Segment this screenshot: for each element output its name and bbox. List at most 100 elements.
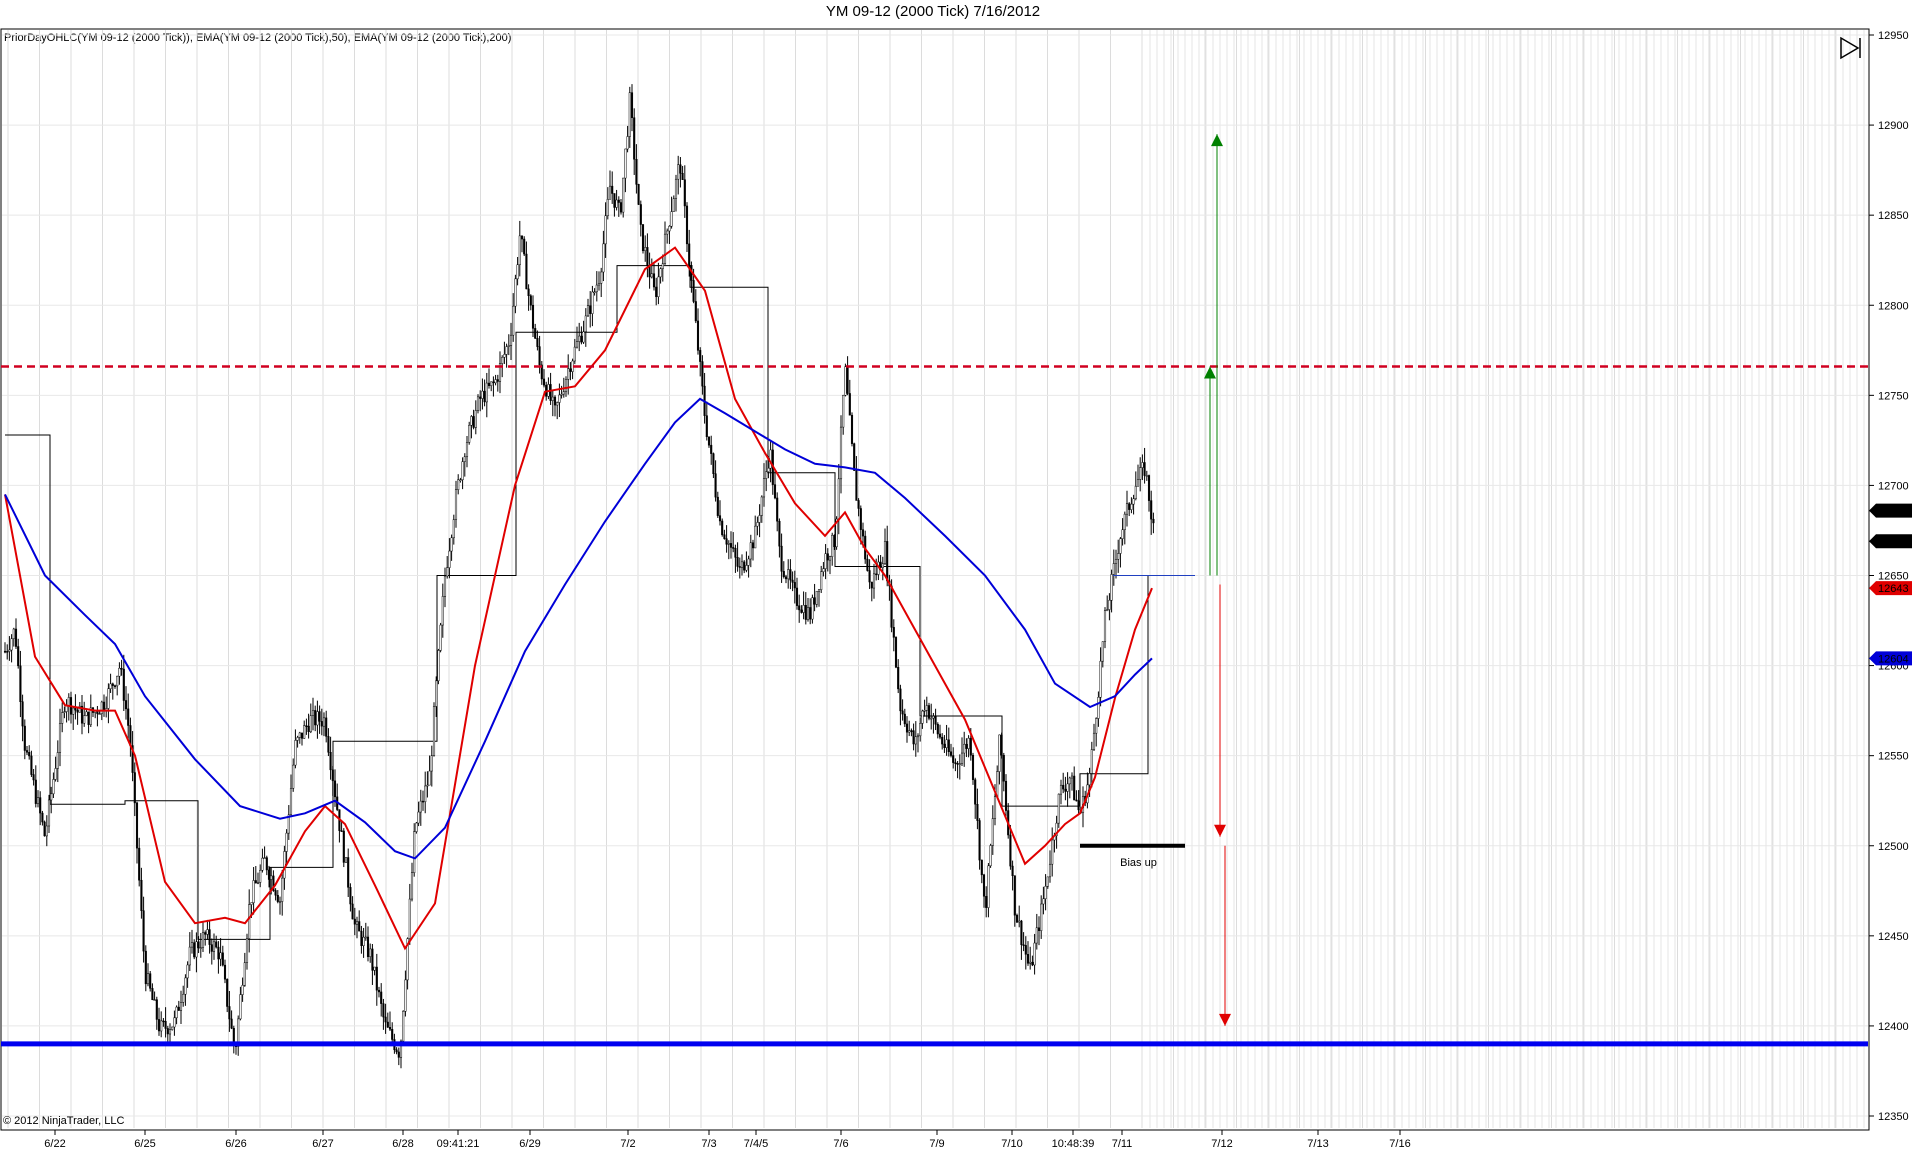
candle-body <box>270 875 273 880</box>
candle-body <box>285 832 288 852</box>
candle-body <box>974 779 977 805</box>
candle-body <box>43 821 46 837</box>
x-tick-label: 7/9 <box>929 1138 944 1150</box>
candle-body <box>424 785 427 803</box>
candle-body <box>721 520 724 536</box>
candle-body <box>804 605 807 620</box>
candle-body <box>45 825 48 837</box>
candle-body <box>787 569 790 580</box>
candle-body <box>250 902 253 905</box>
candle-body <box>729 543 733 548</box>
candle-body <box>226 978 229 1007</box>
candle-body <box>58 723 62 753</box>
candle-body <box>215 941 218 948</box>
candle-body <box>943 743 946 748</box>
candle-body <box>897 666 900 690</box>
candle-body <box>294 740 297 766</box>
candle-body <box>201 932 205 948</box>
candle-body <box>14 628 18 647</box>
candle-body <box>542 378 546 386</box>
candle-body <box>589 305 592 314</box>
candle-body <box>228 1006 231 1020</box>
candle-body <box>168 1029 172 1035</box>
candle-body <box>595 284 598 293</box>
candle-body <box>182 993 185 1003</box>
candle-body <box>734 547 737 558</box>
candle-body <box>745 565 748 571</box>
candle-body <box>470 416 473 426</box>
candle-body <box>265 857 268 871</box>
candle-body <box>760 496 763 516</box>
candle-body <box>144 950 147 985</box>
candle-body <box>6 651 9 653</box>
candle-body <box>993 796 997 819</box>
x-tick-label: 09:41:21 <box>437 1138 480 1150</box>
candle-body <box>525 253 528 290</box>
candle-body <box>221 952 224 966</box>
candle-body <box>83 715 86 724</box>
x-tick-label: 7/6 <box>833 1138 848 1150</box>
candle-body <box>982 874 986 897</box>
candle-body <box>635 159 638 185</box>
candle-body <box>800 609 803 613</box>
candle-body <box>696 320 700 351</box>
candle-body <box>371 948 374 971</box>
candle-body <box>512 305 515 336</box>
y-tick-label: 12350 <box>1878 1111 1909 1123</box>
candle-body <box>980 859 983 876</box>
candle-body <box>56 752 59 769</box>
candle-body <box>861 529 865 537</box>
candle-body <box>32 774 35 781</box>
candle-body <box>263 857 266 859</box>
candle-body <box>960 752 964 764</box>
candle-body <box>727 543 730 545</box>
candle-body <box>967 737 970 749</box>
candle-body <box>316 711 319 726</box>
y-tick-label: 12950 <box>1878 30 1909 42</box>
candle-body <box>175 1006 178 1019</box>
candle-body <box>410 872 414 900</box>
candle-body <box>1145 475 1148 477</box>
candle-body <box>318 711 321 722</box>
candle-body <box>135 802 139 849</box>
candle-body <box>298 732 301 738</box>
candle-body <box>657 276 660 298</box>
candle-body <box>39 797 42 814</box>
candle-body <box>1057 793 1060 824</box>
candle-body <box>1134 486 1137 499</box>
candle-body <box>1059 784 1063 795</box>
candle-body <box>160 1020 163 1032</box>
candle-body <box>311 710 315 716</box>
candle-body <box>41 812 44 823</box>
candle-body <box>281 877 284 902</box>
candle-body <box>140 879 143 911</box>
candle-body <box>404 979 407 1012</box>
candle-body <box>292 764 295 789</box>
candle-body <box>358 921 361 932</box>
candle-body <box>956 763 959 765</box>
candle-body <box>435 680 438 707</box>
plot-frame <box>0 28 1870 1131</box>
candle-body <box>716 496 719 516</box>
candle-body <box>465 442 469 458</box>
candle-body <box>446 567 449 577</box>
price-chart[interactable]: Bias up 12950 12900 12850 12800 12750 12700 12… <box>0 0 1920 1175</box>
candle-body <box>402 1011 405 1042</box>
candle-body <box>853 443 856 471</box>
candle-body <box>584 315 587 333</box>
candle-body <box>732 547 735 549</box>
candle-body <box>353 918 356 925</box>
candle-body <box>204 932 207 935</box>
candle-body <box>25 750 29 753</box>
candle-body <box>415 822 418 832</box>
candle-body <box>927 705 931 719</box>
candle-body <box>351 903 354 920</box>
candle-body <box>582 331 585 343</box>
candle-body <box>776 497 779 522</box>
candle-body <box>976 803 979 821</box>
candle-body <box>116 675 119 687</box>
candle-body <box>177 1006 180 1011</box>
candle-body <box>1075 799 1078 802</box>
candle-body <box>377 989 381 993</box>
candle-body <box>762 478 766 498</box>
